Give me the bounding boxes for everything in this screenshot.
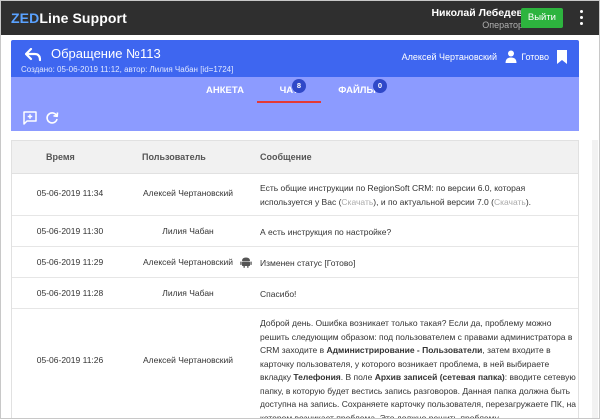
top-bar: ZEDLine Support Николай Лебедев Оператор… bbox=[1, 1, 599, 35]
chat-table: Время Пользователь Сообщение 05-06-2019 … bbox=[11, 140, 579, 418]
tab-anketa[interactable]: АНКЕТА bbox=[197, 77, 253, 105]
table-header: Время Пользователь Сообщение bbox=[12, 141, 578, 174]
table-row[interactable]: 05-06-2019 11:26 Алексей Чертановский Добр… bbox=[12, 309, 578, 418]
table-row[interactable]: 05-06-2019 11:34 Алексей Чертановский Есть… bbox=[12, 174, 578, 216]
download-link[interactable]: Скачать bbox=[341, 197, 373, 207]
table-row[interactable]: 05-06-2019 11:30 Лилия Чабан А есть инстру… bbox=[12, 216, 578, 247]
android-icon bbox=[240, 257, 252, 268]
message-text-part: . В поле bbox=[340, 372, 375, 382]
tab-label: АНКЕТА bbox=[206, 85, 244, 96]
message-time: 05-06-2019 11:26 bbox=[36, 355, 104, 365]
message-text: А есть инструкция по настройке? bbox=[260, 226, 578, 240]
table-row[interactable]: 05-06-2019 11:28 Лилия Чабан Спасибо! bbox=[12, 278, 578, 309]
app-logo[interactable]: ZEDLine Support bbox=[11, 10, 127, 26]
message-author: Алексей Чертановский bbox=[142, 188, 234, 198]
logout-button[interactable]: Выйти bbox=[520, 8, 563, 28]
logo-suffix: Line Support bbox=[39, 10, 127, 26]
message-text: Есть общие инструкции по RegionSoft CRM:… bbox=[260, 182, 578, 209]
column-header-message[interactable]: Сообщение bbox=[260, 152, 312, 162]
message-time: 05-06-2019 11:29 bbox=[36, 257, 104, 267]
add-comment-icon[interactable] bbox=[23, 111, 37, 125]
ticket-header: Обращение №113 Создано: 05-06-2019 11:12… bbox=[11, 40, 579, 131]
active-tab-indicator bbox=[257, 101, 321, 103]
tab-label: ФАЙЛЫ bbox=[338, 85, 376, 96]
message-text-part: А есть инструкция по настройке? bbox=[260, 227, 392, 237]
status-done-label[interactable]: Готово bbox=[521, 52, 549, 62]
column-header-user[interactable]: Пользователь bbox=[142, 152, 206, 162]
message-author: Алексей Чертановский bbox=[142, 355, 234, 365]
ticket-subtitle: Создано: 05-06-2019 11:12, автор: Лилия … bbox=[21, 65, 234, 74]
kebab-menu-icon[interactable] bbox=[579, 10, 585, 26]
message-text: Изменен статус [Готово] bbox=[260, 257, 578, 271]
person-icon[interactable] bbox=[505, 50, 517, 63]
message-time: 05-06-2019 11:34 bbox=[36, 188, 104, 198]
column-header-time[interactable]: Время bbox=[46, 152, 75, 162]
ticket-tabs: АНКЕТА ЧАТ 8 ФАЙЛЫ 0 bbox=[11, 77, 579, 105]
logo-prefix: ZED bbox=[11, 10, 40, 26]
message-time: 05-06-2019 11:30 bbox=[36, 226, 104, 236]
message-time: 05-06-2019 11:28 bbox=[36, 288, 104, 298]
ticket-title: Обращение №113 bbox=[51, 46, 161, 61]
message-text: Доброй день. Ошибка возникает только так… bbox=[260, 317, 578, 418]
message-text: Спасибо! bbox=[260, 288, 578, 302]
table-row[interactable]: 05-06-2019 11:29 Алексей Чертановский Изме… bbox=[12, 247, 578, 278]
tab-chat[interactable]: ЧАТ 8 bbox=[257, 77, 321, 105]
files-count-badge: 0 bbox=[373, 79, 387, 93]
message-author: Лилия Чабан bbox=[162, 226, 214, 236]
message-author: Алексей Чертановский bbox=[142, 257, 234, 267]
scrollbar[interactable] bbox=[592, 140, 598, 418]
message-text-part: ). bbox=[525, 196, 532, 207]
message-text-part: Спасибо! bbox=[260, 289, 297, 299]
current-user-name: Николай Лебедев bbox=[431, 7, 523, 19]
current-user-role: Оператор bbox=[482, 20, 523, 30]
message-bold-text: Архив записей (сетевая папка) bbox=[374, 372, 505, 382]
back-arrow-icon[interactable] bbox=[25, 48, 41, 62]
message-author: Лилия Чабан bbox=[162, 288, 214, 298]
assignee-name[interactable]: Алексей Чертановский bbox=[402, 52, 497, 62]
download-link[interactable]: Скачать bbox=[494, 197, 526, 207]
message-bold-text: Администрирование - Пользователи bbox=[326, 345, 483, 355]
bookmark-icon[interactable] bbox=[557, 50, 567, 64]
chat-count-badge: 8 bbox=[292, 79, 306, 93]
app-window: ZEDLine Support Николай Лебедев Оператор… bbox=[0, 0, 600, 419]
tab-files[interactable]: ФАЙЛЫ 0 bbox=[329, 77, 387, 105]
refresh-icon[interactable] bbox=[45, 111, 59, 125]
chat-toolbar bbox=[11, 105, 579, 131]
message-text-part: ), и по актуальной версии 7.0 ( bbox=[373, 196, 494, 207]
message-text-part: Изменен статус [Готово] bbox=[260, 258, 356, 268]
message-bold-text: Телефония bbox=[293, 372, 341, 382]
ticket-title-bar: Обращение №113 Создано: 05-06-2019 11:12… bbox=[11, 40, 579, 77]
